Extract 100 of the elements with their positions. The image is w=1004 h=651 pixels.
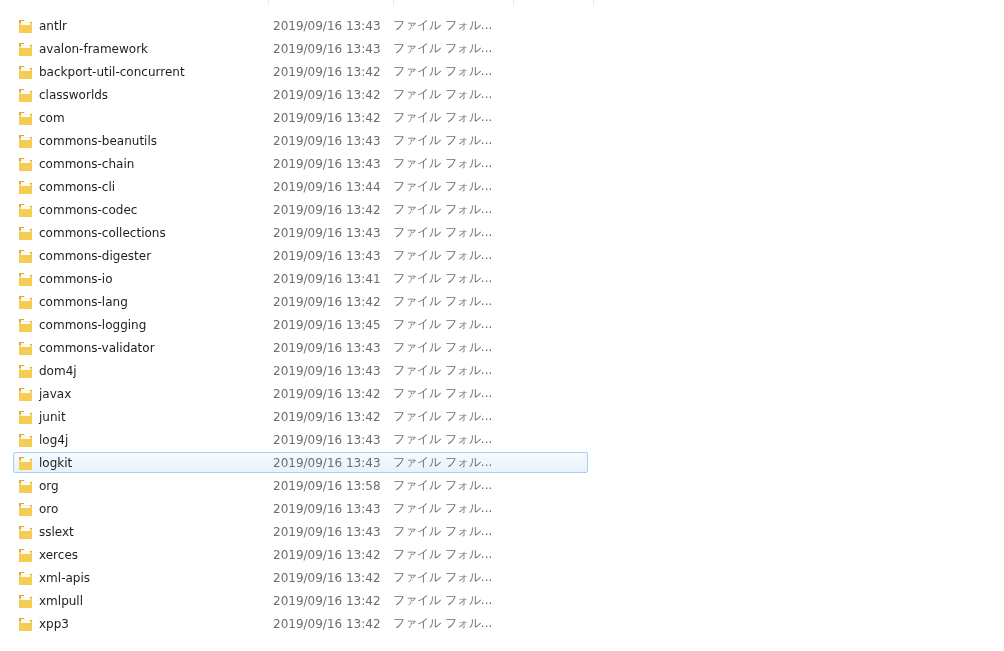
folder-row[interactable]: xerces 2019/09/16 13:42 ファイル フォル... [13,544,588,565]
folder-row[interactable]: avalon-framework 2019/09/16 13:43 ファイル フォル... [13,38,588,59]
folder-row[interactable]: sslext 2019/09/16 13:43 ファイル フォル... [13,521,588,542]
file-type: ファイル フォル... [393,339,493,356]
folder-name: org [39,478,60,493]
folder-row[interactable]: commons-lang 2019/09/16 13:42 ファイル フォル... [13,291,588,312]
folder-row[interactable]: antlr 2019/09/16 13:43 ファイル フォル... [13,15,588,36]
modified-date: 2019/09/16 13:42 [273,570,382,585]
file-type: ファイル フォル... [393,408,493,425]
file-type: ファイル フォル... [393,63,493,80]
file-type: ファイル フォル... [393,385,493,402]
folder-name: junit [39,409,67,424]
folder-row[interactable]: commons-logging 2019/09/16 13:45 ファイル フォル... [13,314,588,335]
folder-icon [18,592,33,609]
folder-row[interactable]: commons-digester 2019/09/16 13:43 ファイル フォル... [13,245,588,266]
file-type: ファイル フォル... [393,224,493,241]
folder-icon [18,86,33,103]
folder-row[interactable]: log4j 2019/09/16 13:43 ファイル フォル... [13,429,588,450]
folder-row[interactable]: commons-io 2019/09/16 13:41 ファイル フォル... [13,268,588,289]
folder-icon [18,454,33,471]
folder-row[interactable]: backport-util-concurrent 2019/09/16 13:42 ファイル フォル... [13,61,588,82]
folder-name: sslext [39,524,75,539]
folder-icon [18,500,33,517]
file-type: ファイル フォル... [393,615,493,632]
folder-row[interactable]: dom4j 2019/09/16 13:43 ファイル フォル... [13,360,588,381]
file-type: ファイル フォル... [393,201,493,218]
file-type: ファイル フォル... [393,592,493,609]
modified-date: 2019/09/16 13:43 [273,156,382,171]
file-type: ファイル フォル... [393,316,493,333]
folder-icon [18,63,33,80]
folder-icon [18,523,33,540]
folder-icon [18,293,33,310]
modified-date: 2019/09/16 13:42 [273,294,382,309]
folder-row[interactable]: commons-chain 2019/09/16 13:43 ファイル フォル... [13,153,588,174]
modified-date: 2019/09/16 13:43 [273,501,382,516]
folder-row[interactable]: xpp3 2019/09/16 13:42 ファイル フォル... [13,613,588,634]
modified-date: 2019/09/16 13:42 [273,616,382,631]
folder-name: xmlpull [39,593,84,608]
file-type: ファイル フォル... [393,270,493,287]
folder-icon [18,362,33,379]
modified-date: 2019/09/16 13:43 [273,340,382,355]
folder-icon [18,132,33,149]
folder-icon [18,155,33,172]
file-type: ファイル フォル... [393,431,493,448]
folder-icon [18,247,33,264]
file-type: ファイル フォル... [393,132,493,149]
folder-name: xml-apis [39,570,91,585]
folder-icon [18,40,33,57]
folder-name: javax [39,386,73,401]
folder-row[interactable]: javax 2019/09/16 13:42 ファイル フォル... [13,383,588,404]
folder-name: commons-lang [39,294,129,309]
file-type: ファイル フォル... [393,293,493,310]
folder-row[interactable]: commons-codec 2019/09/16 13:42 ファイル フォル... [13,199,588,220]
file-type: ファイル フォル... [393,155,493,172]
folder-name: avalon-framework [39,41,150,56]
folder-name: commons-logging [39,317,148,332]
file-type: ファイル フォル... [393,569,493,586]
modified-date: 2019/09/16 13:43 [273,455,382,470]
folder-name: commons-cli [39,179,117,194]
folder-name: dom4j [39,363,78,378]
file-type: ファイル フォル... [393,109,493,126]
folder-icon [18,431,33,448]
folder-icon [18,477,33,494]
file-type: ファイル フォル... [393,477,493,494]
modified-date: 2019/09/16 13:42 [273,547,382,562]
modified-date: 2019/09/16 13:45 [273,317,382,332]
folder-row[interactable]: org 2019/09/16 13:58 ファイル フォル... [13,475,588,496]
file-type: ファイル フォル... [393,362,493,379]
modified-date: 2019/09/16 13:43 [273,363,382,378]
file-type: ファイル フォル... [393,500,493,517]
folder-name: antlr [39,18,68,33]
folder-name: backport-util-concurrent [39,64,186,79]
folder-row[interactable]: commons-cli 2019/09/16 13:44 ファイル フォル... [13,176,588,197]
folder-row[interactable]: xml-apis 2019/09/16 13:42 ファイル フォル... [13,567,588,588]
modified-date: 2019/09/16 13:42 [273,202,382,217]
folder-row[interactable]: commons-beanutils 2019/09/16 13:43 ファイル フォル... [13,130,588,151]
modified-date: 2019/09/16 13:42 [273,87,382,102]
folder-icon [18,201,33,218]
folder-icon [18,408,33,425]
folder-name: commons-chain [39,156,136,171]
modified-date: 2019/09/16 13:43 [273,248,382,263]
folder-row[interactable]: xmlpull 2019/09/16 13:42 ファイル フォル... [13,590,588,611]
folder-name: logkit [39,455,74,470]
folder-row[interactable]: junit 2019/09/16 13:42 ファイル フォル... [13,406,588,427]
folder-row[interactable]: classworlds 2019/09/16 13:42 ファイル フォル... [13,84,588,105]
folder-row[interactable]: logkit 2019/09/16 13:43 ファイル フォル... [13,452,588,473]
folder-row[interactable]: commons-collections 2019/09/16 13:43 ファイル フォル... [13,222,588,243]
file-type: ファイル フォル... [393,546,493,563]
folder-icon [18,546,33,563]
modified-date: 2019/09/16 13:43 [273,225,382,240]
folder-icon [18,385,33,402]
folder-icon [18,316,33,333]
folder-row[interactable]: com 2019/09/16 13:42 ファイル フォル... [13,107,588,128]
folder-row[interactable]: commons-validator 2019/09/16 13:43 ファイル フォル... [13,337,588,358]
folder-icon [18,224,33,241]
folder-name: commons-digester [39,248,153,263]
file-type: ファイル フォル... [393,523,493,540]
modified-date: 2019/09/16 13:43 [273,432,382,447]
folder-row[interactable]: oro 2019/09/16 13:43 ファイル フォル... [13,498,588,519]
folder-name: com [39,110,66,125]
